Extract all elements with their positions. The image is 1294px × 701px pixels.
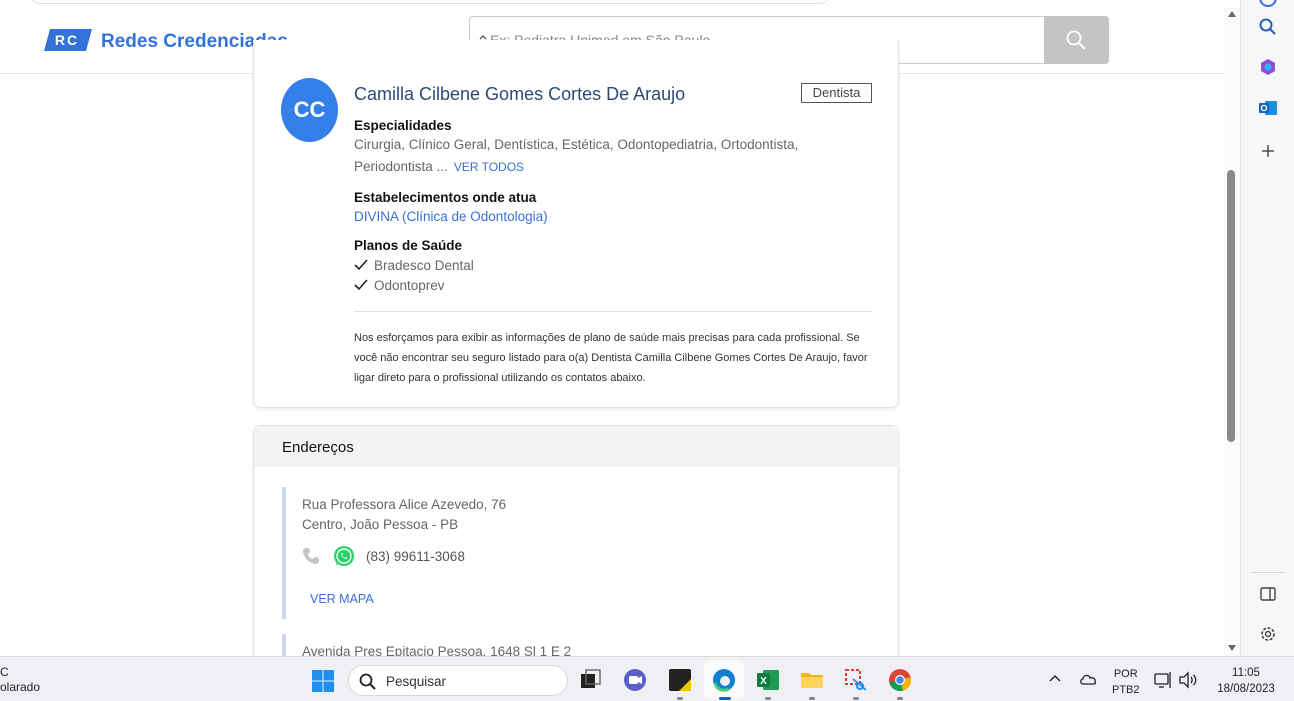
see-all-link[interactable]: VER TODOS [454,160,524,174]
teams-chat-icon[interactable] [622,667,648,693]
specialties-list: Cirurgia, Clínico Geral, Dentística, Est… [354,134,798,178]
tab-strip-edge [30,0,830,4]
phone-number[interactable]: (83) 99611-3068 [366,549,465,564]
check-icon [354,279,368,291]
divider [354,311,872,312]
sidebar-separator [1251,572,1285,573]
address-street: Rua Professora Alice Azevedo, 76 [302,497,507,512]
language-code: POR [1113,668,1138,680]
scrollbar-thumb[interactable] [1227,170,1235,442]
search-icon[interactable] [1258,17,1278,37]
doctor-name[interactable]: Camilla Cilbene Gomes Cortes De Araujo [354,84,685,105]
specialty-badge: Dentista [801,83,872,103]
addresses-header: Endereços [254,426,900,467]
browser-viewport: RC Redes Credenciadas CC Camilla Cilbene… [0,0,1240,656]
logo-text: RC [55,32,79,48]
weather-desc: olarado [0,680,41,694]
specialties-title: Especialidades [354,118,452,133]
disclaimer-text: Nos esforçamos para exibir as informaçõe… [354,332,868,384]
top-edge [0,0,1226,8]
check-icon [354,259,368,271]
sticky-notes-icon[interactable] [667,667,693,693]
file-explorer-icon[interactable] [799,667,825,693]
browser-sidebar [1240,0,1294,656]
weather-widget[interactable]: C olarado [0,665,40,695]
add-icon[interactable] [1258,141,1278,161]
map-link[interactable]: VER MAPA [310,592,374,606]
specialties-line-2-text: Periodontista ... [354,159,448,174]
copilot-icon[interactable] [1258,57,1278,77]
plan-item: Odontoprev [354,278,445,293]
plan-name: Odontoprev [374,278,445,293]
running-indicator [853,697,859,700]
settings-gear-icon[interactable] [1258,624,1278,644]
network-icon[interactable] [1154,671,1172,689]
excel-icon[interactable]: X [755,667,781,693]
establishment-link[interactable]: DIVINA (Clínica de Odontologia) [354,206,548,228]
chevron-up-icon[interactable] [1049,673,1061,683]
windows-taskbar: C olarado Pesquisar X POR PTB2 11:05 18/… [0,656,1294,701]
plans-title: Planos de Saúde [354,238,463,253]
address-city: Centro, João Pessoa - PB [302,517,459,532]
scroll-down-arrow-icon[interactable] [1228,645,1236,651]
edge-browser-icon[interactable] [711,667,737,693]
doctor-card: CC Camilla Cilbene Gomes Cortes De Arauj… [253,40,899,408]
addresses-card: Endereços Rua Professora Alice Azevedo, … [253,425,900,656]
clock-date: 18/08/2023 [1217,683,1275,695]
plan-item: Bradesco Dental [354,258,474,273]
search-icon [359,673,376,690]
running-indicator [809,697,815,700]
sidebar-toggle-icon[interactable] [1258,584,1278,604]
input-language[interactable]: POR PTB2 [1112,666,1140,698]
system-clock[interactable]: 11:05 18/08/2023 [1208,665,1284,697]
specialties-line-2: Periodontista ... VER TODOS [354,156,798,178]
avatar: CC [281,78,338,142]
vertical-scrollbar[interactable] [1224,8,1240,656]
whatsapp-icon[interactable] [333,545,355,567]
running-indicator [677,697,683,700]
running-indicator [897,697,903,700]
onedrive-cloud-icon[interactable] [1078,671,1098,687]
address-item: Avenida Pres Epitacio Pessoa, 1648 Sl 1 … [282,634,872,656]
volume-icon[interactable] [1178,671,1198,689]
active-indicator [719,697,731,700]
taskbar-search-label: Pesquisar [386,674,447,689]
plan-name: Bradesco Dental [374,258,474,273]
address-street: Avenida Pres Epitacio Pessoa, 1648 Sl 1 … [302,644,572,656]
snipping-tool-icon[interactable] [843,667,869,693]
search-icon [1066,30,1086,50]
keyboard-layout: PTB2 [1112,684,1140,696]
address-item: Rua Professora Alice Azevedo, 76 Centro,… [282,487,872,619]
svg-text:X: X [760,676,767,687]
establishments-title: Estabelecimentos onde atua [354,190,537,205]
clock-time: 11:05 [1232,667,1260,679]
task-view-icon[interactable] [578,667,604,693]
phone-icon[interactable] [302,547,320,565]
specialties-line-1: Cirurgia, Clínico Geral, Dentística, Est… [354,137,799,152]
rc-logo[interactable]: RC [44,29,92,51]
addresses-title: Endereços [282,439,354,456]
weather-temp: C [0,665,9,679]
running-indicator [765,697,771,700]
search-button[interactable] [1044,16,1109,64]
profile-icon[interactable] [1258,0,1278,8]
outlook-icon[interactable] [1258,98,1278,118]
taskbar-search[interactable]: Pesquisar [348,665,568,696]
chrome-icon[interactable] [887,667,913,693]
scroll-up-arrow-icon[interactable] [1228,11,1236,17]
windows-start-icon[interactable] [311,669,335,693]
